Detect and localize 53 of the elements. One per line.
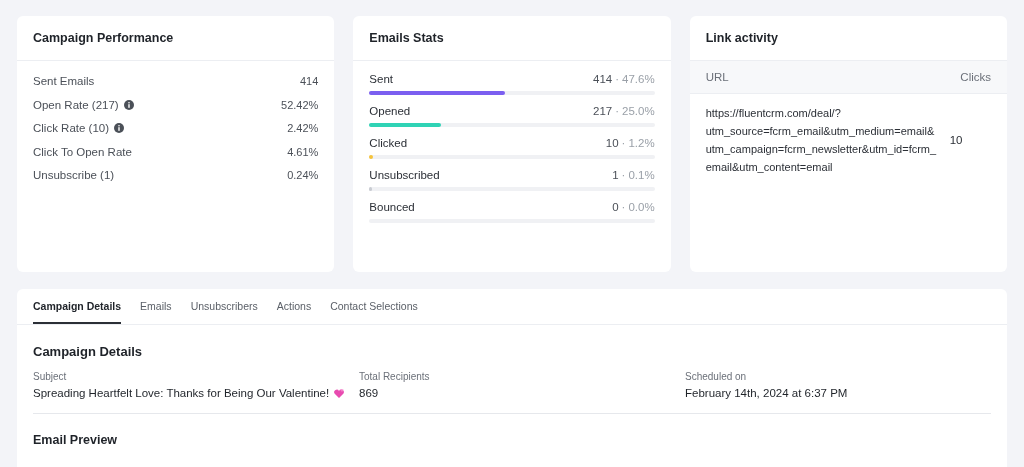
metric-value: 0.24%	[287, 169, 319, 181]
field-value: 869	[359, 387, 379, 399]
stat-percent: 25.0%	[622, 105, 655, 117]
stat-label: Clicked	[369, 137, 408, 149]
metric-value: 52.42%	[281, 98, 319, 111]
separator-dot: ·	[615, 73, 620, 85]
stat-count: 414	[593, 73, 613, 85]
metric-label: Click To Open Rate	[33, 145, 132, 158]
info-icon	[123, 99, 134, 110]
tab[interactable]: Campaign Details	[33, 289, 122, 324]
field-label: Subject	[33, 371, 68, 382]
tab[interactable]: Contact Selections	[330, 289, 418, 324]
section-title: Campaign Details	[33, 344, 144, 359]
metric-label: Open Rate (217)	[33, 98, 119, 111]
column-header: Clicks	[960, 71, 991, 83]
stat-label: Opened	[369, 105, 411, 117]
clicks-cell: 10	[949, 134, 963, 146]
separator-dot: ·	[615, 105, 620, 117]
stat-count: 10	[605, 137, 619, 149]
tab[interactable]: Emails	[140, 289, 172, 324]
field-value: Spreading Heartfelt Love: Thanks for Being Our Valentine!	[33, 387, 330, 399]
separator-dot: ·	[621, 201, 626, 213]
metric-label: Unsubscribe (1)	[33, 169, 115, 181]
url-cell-text: https://fluentcrm.com/deal/?utm_source=fcrm_email&utm_medium=email&utm_campaign=fcrm_newsletter&utm_id=fcrm_email&utm_content=email	[705, 106, 938, 175]
separator-dot: ·	[621, 169, 626, 181]
tab[interactable]: Actions	[276, 289, 312, 324]
stat-percent: 47.6%	[622, 73, 655, 85]
metric-value: 414	[299, 75, 319, 87]
info-icon	[114, 123, 125, 133]
metric-label: Sent Emails	[33, 75, 95, 87]
stat-label: Bounced	[369, 201, 415, 213]
stat-count: 1	[612, 169, 619, 181]
metric-value: 4.61%	[287, 145, 319, 158]
stat-count: 217	[593, 105, 613, 117]
separator-dot: ·	[621, 137, 626, 149]
metric-label: Click Rate (10)	[33, 122, 110, 134]
metric-value: 2.42%	[287, 122, 319, 134]
hearts-icon	[333, 387, 346, 399]
stat-percent: 0.0%	[628, 201, 655, 213]
tab[interactable]: Unsubscribers	[190, 289, 258, 324]
stat-count: 0	[612, 201, 619, 213]
column-header: URL	[705, 71, 729, 83]
card-title: Campaign Performance	[33, 31, 174, 45]
stat-label: Unsubscribed	[369, 169, 440, 181]
stat-label: Sent	[369, 73, 393, 85]
section-title: Email Preview	[33, 433, 119, 447]
stat-percent: 1.2%	[628, 137, 655, 149]
stat-percent: 0.1%	[628, 169, 655, 181]
card-title: Emails Stats	[369, 31, 444, 45]
field-label: Scheduled on	[685, 371, 748, 382]
card-title: Link activity	[705, 31, 778, 45]
field-value: February 14th, 2024 at 6:37 PM	[685, 387, 848, 399]
field-label: Total Recipients	[359, 371, 431, 382]
